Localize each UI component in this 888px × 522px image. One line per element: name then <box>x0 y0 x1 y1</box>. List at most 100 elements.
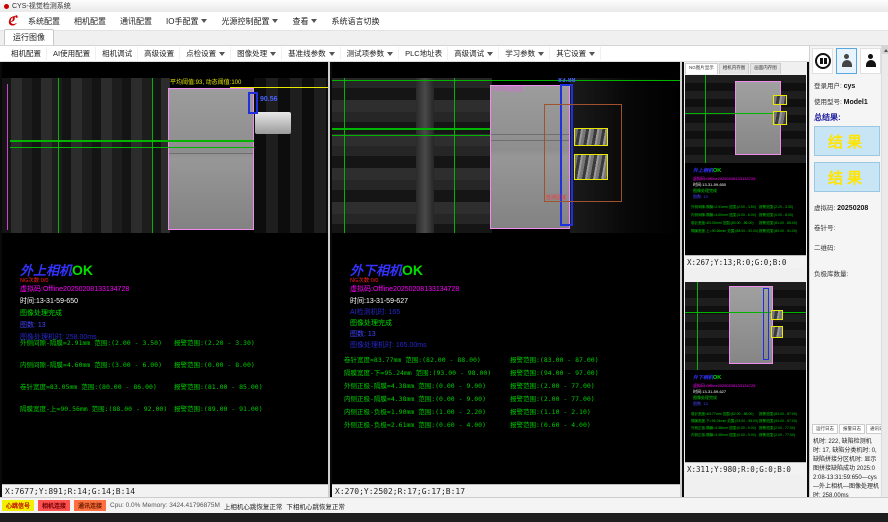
side-panel: 登录用户: cys 使用型号: Model1 总结果: 结果 结果 虚拟码: 2… <box>809 46 888 514</box>
tab-run-image[interactable]: 运行图像 <box>4 29 54 45</box>
overlay-line <box>10 147 254 148</box>
log-tabs: 运行日志 报警日志 通讯日志 <box>812 424 888 434</box>
measurement-row: 内侧正极-隔膜=4.38mm 范围:(0.00 - 9.00) <box>344 393 486 403</box>
camera-image-lower[interactable]: AI检测区域 83.88 检测区域 <box>332 78 680 233</box>
tool-other-settings[interactable]: 其它设置 <box>551 47 601 60</box>
pause-button[interactable] <box>812 48 833 74</box>
chevron-down-icon <box>311 19 317 23</box>
thumbnail-image <box>685 75 806 163</box>
scroll-up-icon[interactable] <box>882 46 888 54</box>
heartbeat-badge: 心跳信号 <box>2 500 34 511</box>
ai-time-label: AI检测机时: 165 <box>350 307 400 317</box>
result-ok-badge: OK <box>72 262 93 278</box>
machine-texture <box>416 78 434 233</box>
overlay-line <box>230 87 328 88</box>
thumbnail-upper[interactable]: 外上相机OK 虚拟码:Offline20250208133134728 时间:1… <box>685 75 806 268</box>
measure-marker <box>248 92 258 114</box>
panel-scrollbar[interactable] <box>881 46 888 514</box>
tool-plc-address[interactable]: PLC地址表 <box>400 47 448 60</box>
defect-highlight-box <box>574 128 608 146</box>
ng-count-label: NG次数:0/0 <box>350 276 378 284</box>
time-label: 时间:13-31-59-650 <box>20 296 78 306</box>
chevron-down-icon <box>538 52 544 56</box>
overlay-line <box>10 140 254 142</box>
alarm-range: 报警范围:(0.60 - 4.00) <box>510 419 591 429</box>
login-user-button[interactable] <box>836 48 857 74</box>
tool-camera-config[interactable]: 相机配置 <box>6 47 47 60</box>
menu-light-config[interactable]: 光源控制配置 <box>215 14 284 29</box>
menu-language-switch[interactable]: 系统语言切换 <box>325 14 385 29</box>
chevron-down-icon <box>201 19 207 23</box>
camera-image-upper[interactable]: 平均阈值:93, 动态阈值:100 90.56 <box>2 78 328 233</box>
log-text: 机时: 222, 缺陷检测机时: 17, 缺陷分类机时: 0, 缺陷拼接分区机时… <box>813 438 879 501</box>
heartbeat-message-lower: 下相机心跳恢复正常 <box>286 501 345 511</box>
tool-advanced-debug[interactable]: 高级调试 <box>449 47 499 60</box>
measurement-row: 内侧正极-负极=1.90mm 范围:(1.00 - 2.20) <box>344 406 486 416</box>
machine-texture <box>2 78 170 233</box>
stock-count-field: 负极库数量: <box>814 268 848 278</box>
model-value: Model1 <box>844 99 868 106</box>
menu-comm-config[interactable]: 通讯配置 <box>114 14 158 29</box>
status-bar: 心跳信号 相机连接 通讯连接 Cpu: 0.0% Memory: 3424.41… <box>0 497 888 513</box>
tool-baseline-params[interactable]: 基准线参数 <box>283 47 341 60</box>
result-box-1: 结果 <box>814 126 880 156</box>
result-box-2: 结果 <box>814 162 880 192</box>
overlay-line <box>332 80 680 81</box>
tool-test-params[interactable]: 测试项参数 <box>342 47 400 60</box>
image-count-label: 图数: 13 <box>20 320 46 330</box>
tab-alarm-log[interactable]: 报警日志 <box>839 424 865 434</box>
camera-view-lower[interactable]: AI检测区域 83.88 检测区域 外下相机OK NG次数:0/0 虚拟码:Of… <box>332 62 682 497</box>
chevron-down-icon <box>329 52 335 56</box>
measurement-row: 隔膜宽度-下=95.24mm 范围:(93.00 - 98.00) <box>344 367 491 377</box>
thumb-pixel-status: X:311;Y:980;R:0;G:0;B:0 <box>685 462 806 475</box>
virtual-code-field: 虚拟码: 20250208 <box>814 202 868 212</box>
titlebar: CYS-视觉检测系统 <box>0 0 888 12</box>
ng-count-label: NG次数:0/0 <box>20 276 48 284</box>
cursor-pixel-status: X:7677;Y:891;R:14;G:14;B:14 <box>2 484 328 497</box>
image-count-label: 图数: 13 <box>350 329 376 339</box>
measurement-row: 卷针宽度=83.05mm 范围:(80.00 - 86.00) <box>20 381 157 391</box>
control-buttons <box>812 48 888 74</box>
app-icon <box>4 4 9 9</box>
thumbnail-lower[interactable]: 外下相机OK 虚拟码:Offline20250208133134728 时间:1… <box>685 282 806 475</box>
login-user-field: 登录用户: cys <box>814 80 855 90</box>
menu-camera-config[interactable]: 相机配置 <box>68 14 112 29</box>
thumbnail-image <box>685 282 806 370</box>
tab-screen-memory[interactable]: 画面内存图 <box>750 63 781 74</box>
thumb-title: 外下相机OK <box>693 374 721 381</box>
menu-system-config[interactable]: 系统配置 <box>22 14 66 29</box>
tab-camera-memory[interactable]: 相机内存图 <box>719 63 750 74</box>
measurement-row: 卷针宽度=83.77mm 范围:(82.00 - 88.00) <box>344 354 481 364</box>
alarm-range: 报警范围:(1.10 - 2.10) <box>510 406 591 416</box>
defect-highlight-box <box>574 154 608 180</box>
tool-point-settings[interactable]: 点检设置 <box>181 47 231 60</box>
tool-image-processing[interactable]: 图像处理 <box>232 47 282 60</box>
measurement-row: 隔膜宽度-上=90.56mm 范围:(88.00 - 92.00) <box>20 403 167 413</box>
process-done-label: 图像处理完成 <box>350 318 392 328</box>
thumbnail-tabs: NG图片显示 相机内存图 画面内存图 <box>684 62 807 74</box>
detect-region-box <box>544 104 622 202</box>
camera-connection-badge: 相机连接 <box>38 500 70 511</box>
switch-user-button[interactable] <box>860 48 881 74</box>
menu-view[interactable]: 查看 <box>286 14 323 29</box>
camera-view-upper[interactable]: 平均阈值:93, 动态阈值:100 90.56 外上相机OK NG次数:0/0 … <box>2 62 330 497</box>
detect-region-label: 检测区域 <box>546 195 566 202</box>
tool-camera-debug[interactable]: 相机调试 <box>97 47 138 60</box>
part-connector <box>255 112 291 134</box>
thumb-count: 图数: 13 <box>693 401 708 407</box>
model-field: 使用型号: Model1 <box>814 96 868 106</box>
overlay-line <box>344 78 345 233</box>
tool-advanced-settings[interactable]: 高级设置 <box>139 47 180 60</box>
tab-run-log[interactable]: 运行日志 <box>812 424 838 434</box>
cpu-memory-status: Cpu: 0.0% Memory: 3424.41796875M <box>110 502 220 509</box>
measurement-row: 内侧间隙-隔膜=4.60mm 范围:(3.00 - 6.00) <box>20 359 162 369</box>
tool-learning-params[interactable]: 学习参数 <box>500 47 550 60</box>
chevron-down-icon <box>219 52 225 56</box>
app-logo-icon: ℭ <box>4 13 20 29</box>
tool-ai-config[interactable]: AI使用配置 <box>48 47 96 60</box>
chevron-down-icon <box>487 52 493 56</box>
tab-ng-images[interactable]: NG图片显示 <box>685 63 718 74</box>
alarm-range: 报警范围:(2.00 - 77.00) <box>510 380 595 390</box>
thumb-title: 外上相机OK <box>693 167 721 174</box>
menu-io-config[interactable]: IO手配置 <box>160 14 213 29</box>
